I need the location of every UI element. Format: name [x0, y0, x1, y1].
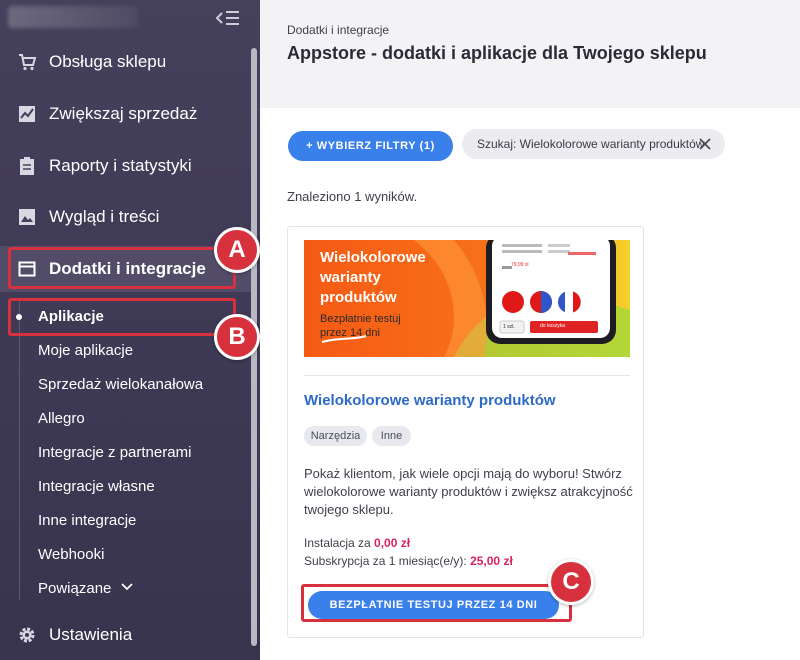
- search-filter-chip: Szukaj: Wielokolorowe warianty produktów: [462, 129, 725, 159]
- submenu-item-inne-integracje[interactable]: Inne integracje: [38, 512, 136, 529]
- sidebar-item-label: Raporty i statystyki: [49, 156, 192, 175]
- submenu-item-allegro[interactable]: Allegro: [38, 410, 85, 427]
- chevron-down-icon[interactable]: [121, 583, 133, 591]
- sidebar-item-obsluga-sklepu[interactable]: Obsługa sklepu: [0, 40, 250, 84]
- app-banner[interactable]: Wielokolorowe warianty produktów Bezpłat…: [304, 240, 630, 357]
- banner-title-line: produktów: [320, 289, 397, 306]
- banner-title-line: Wielokolorowe: [320, 249, 426, 266]
- choose-filters-button[interactable]: + WYBIERZ FILTRY (1): [288, 131, 453, 161]
- installation-value: 0,00 zł: [374, 536, 411, 550]
- annotation-badge-b: B: [214, 314, 260, 360]
- sidebar-item-raporty[interactable]: Raporty i statystyki: [0, 144, 250, 188]
- banner-subtitle-line: przez 14 dni: [320, 327, 380, 339]
- tag-narzedzia[interactable]: Narzędzia: [304, 426, 367, 446]
- app-title[interactable]: Wielokolorowe warianty produktów: [304, 392, 556, 409]
- page-title: Appstore - dodatki i aplikacje dla Twoje…: [287, 43, 707, 63]
- gear-icon: [19, 627, 35, 643]
- sidebar-item-ustawienia[interactable]: Ustawienia: [0, 613, 250, 657]
- results-count: Znaleziono 1 wyników.: [287, 189, 418, 204]
- chart-line-icon: [19, 106, 35, 122]
- submenu-item-integracje-z-partnerami[interactable]: Integracje z partnerami: [38, 444, 191, 461]
- banner-title-line: warianty: [320, 269, 381, 286]
- submenu-item-powiazane[interactable]: Powiązane: [38, 580, 111, 597]
- image-icon: [19, 209, 35, 225]
- close-icon[interactable]: [699, 138, 711, 150]
- main-content: Dodatki i integracje Appstore - dodatki …: [260, 0, 800, 660]
- annotation-badge-c: C: [548, 559, 594, 605]
- card-divider: [304, 375, 630, 376]
- cart-icon: [19, 54, 36, 71]
- installation-label: Instalacja za: [304, 536, 371, 550]
- page-header: Dodatki i integracje Appstore - dodatki …: [260, 0, 800, 108]
- clipboard-icon: [20, 157, 34, 175]
- annotation-box-b: [8, 298, 236, 336]
- tag-inne[interactable]: Inne: [372, 426, 411, 446]
- sidebar-item-label: Ustawienia: [49, 625, 133, 644]
- sidebar-item-zwiekszaj-sprzedaz[interactable]: Zwiększaj sprzedaż: [0, 92, 250, 136]
- annotation-box-a: [8, 247, 236, 289]
- submenu-item-webhooki[interactable]: Webhooki: [38, 546, 104, 563]
- installation-price: Instalacja za 0,00 zł: [304, 536, 410, 550]
- sidebar-header: [0, 0, 260, 36]
- subscription-label: Subskrypcja za 1 miesiąc(e/y):: [304, 554, 467, 568]
- phone-price: 79,99 zł: [511, 262, 529, 268]
- annotation-badge-a: A: [214, 227, 260, 273]
- subscription-value: 25,00 zł: [470, 554, 513, 568]
- submenu-guide-line: [19, 300, 20, 600]
- sidebar-item-label: Obsługa sklepu: [49, 52, 167, 71]
- breadcrumb[interactable]: Dodatki i integracje: [287, 23, 389, 37]
- shop-name-blurred: [8, 6, 138, 28]
- phone-cart-button: do koszyka: [540, 323, 566, 329]
- submenu-item-sprzedaz-wielokanalowa[interactable]: Sprzedaż wielokanałowa: [38, 376, 203, 393]
- submenu-item-moje-aplikacje[interactable]: Moje aplikacje: [38, 342, 133, 359]
- banner-subtitle-line: Bezpłatnie testuj: [320, 313, 401, 325]
- annotation-box-c: [301, 584, 572, 622]
- submenu-item-integracje-wlasne[interactable]: Integracje własne: [38, 478, 155, 495]
- collapse-sidebar-icon[interactable]: [216, 9, 240, 27]
- sidebar-item-label: Zwiększaj sprzedaż: [49, 104, 198, 123]
- search-chip-label: Szukaj: Wielokolorowe warianty produktów: [477, 137, 705, 151]
- banner-subtitle: Bezpłatnie testuj przez 14 dni: [320, 312, 401, 340]
- banner-title: Wielokolorowe warianty produktów: [320, 248, 470, 308]
- app-description: Pokaż klientom, jak wiele opcji mają do …: [304, 466, 633, 517]
- sidebar-item-label: Wygląd i treści: [49, 207, 160, 226]
- subscription-price: Subskrypcja za 1 miesiąc(e/y): 25,00 zł: [304, 554, 513, 568]
- sidebar-item-wyglad[interactable]: Wygląd i treści: [0, 195, 250, 239]
- phone-quantity: 1 szt.: [503, 324, 515, 330]
